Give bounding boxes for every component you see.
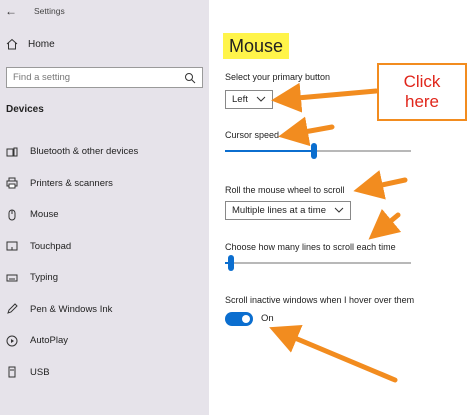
autoplay-icon	[6, 335, 18, 347]
scroll-value: Multiple lines at a time	[232, 205, 326, 216]
sidebar-item-label: Typing	[30, 272, 58, 284]
toggle-knob	[242, 315, 250, 323]
lines-slider[interactable]	[225, 262, 411, 264]
sidebar-item-touchpad[interactable]: Touchpad	[0, 231, 209, 263]
title-bar: ← Settings	[0, 0, 209, 22]
sidebar-item-label: Touchpad	[30, 240, 72, 252]
callout-line-1: Click	[403, 72, 441, 91]
search-input[interactable]: Find a setting	[13, 72, 184, 83]
keyboard-icon	[6, 272, 18, 284]
mouse-icon	[6, 209, 18, 221]
callout-line-2: here	[404, 92, 440, 111]
usb-icon	[6, 366, 18, 378]
sidebar-item-typing[interactable]: Typing	[0, 262, 209, 294]
printer-icon	[6, 177, 18, 189]
home-icon	[6, 38, 18, 50]
lines-thumb[interactable]	[228, 255, 234, 271]
cursor-speed-thumb[interactable]	[311, 143, 317, 159]
sidebar-item-label: AutoPlay	[30, 335, 69, 347]
sidebar-nav: Bluetooth & other devices Printers & sca…	[0, 136, 209, 388]
sidebar-item-autoplay[interactable]: AutoPlay	[0, 325, 209, 357]
chevron-down-icon	[334, 205, 344, 216]
inactive-scroll-toggle[interactable]	[225, 312, 253, 326]
sidebar-item-pen[interactable]: Pen & Windows Ink	[0, 294, 209, 326]
search-box[interactable]: Find a setting	[6, 67, 203, 88]
section-heading: Devices	[6, 104, 44, 115]
sidebar-item-label: Printers & scanners	[30, 177, 113, 189]
page-title: Mouse	[223, 33, 290, 59]
search-icon[interactable]	[184, 72, 196, 84]
scroll-dropdown[interactable]: Multiple lines at a time	[225, 201, 351, 220]
touchpad-icon	[6, 240, 18, 252]
sidebar-item-usb[interactable]: USB	[0, 357, 209, 389]
sidebar-item-bluetooth[interactable]: Bluetooth & other devices	[0, 136, 209, 168]
home-link[interactable]: Home	[6, 38, 55, 50]
sidebar-item-printers[interactable]: Printers & scanners	[0, 168, 209, 200]
primary-button-value: Left	[232, 94, 248, 105]
home-label: Home	[28, 38, 55, 50]
click-here-callout: Click here	[377, 63, 467, 121]
cursor-speed-fill	[225, 150, 314, 152]
chevron-down-icon	[256, 94, 266, 105]
app-title: Settings	[34, 6, 65, 16]
cursor-speed-slider[interactable]	[225, 150, 411, 152]
bluetooth-icon	[6, 146, 18, 158]
toggle-state-label: On	[261, 313, 274, 324]
lines-label: Choose how many lines to scroll each tim…	[225, 242, 396, 252]
pen-icon	[6, 303, 18, 315]
sidebar-item-mouse[interactable]: Mouse	[0, 199, 209, 231]
cursor-speed-label: Cursor speed	[225, 130, 280, 140]
primary-button-dropdown[interactable]: Left	[225, 90, 273, 109]
sidebar-item-label: Mouse	[30, 209, 59, 221]
scroll-label: Roll the mouse wheel to scroll	[225, 185, 345, 195]
sidebar-item-label: Bluetooth & other devices	[30, 146, 139, 158]
back-arrow-icon[interactable]: ←	[0, 4, 22, 18]
primary-button-label: Select your primary button	[225, 72, 331, 82]
inactive-scroll-label: Scroll inactive windows when I hover ove…	[225, 295, 415, 305]
sidebar: ← Settings Home Find a setting Devices B…	[0, 0, 209, 415]
sidebar-item-label: Pen & Windows Ink	[30, 303, 113, 315]
sidebar-item-label: USB	[30, 366, 50, 378]
